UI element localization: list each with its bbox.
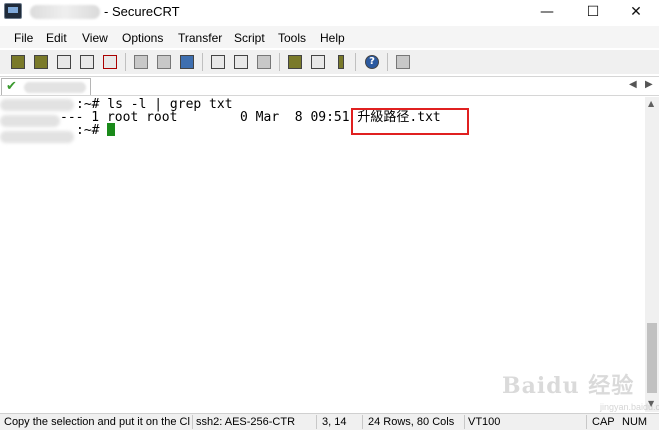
menu-view[interactable]: View: [82, 31, 108, 45]
minimize-button[interactable]: —: [524, 0, 570, 24]
connect-in-tab-icon[interactable]: [54, 52, 74, 72]
menu-edit[interactable]: Edit: [46, 31, 67, 45]
status-connection: ssh2: AES-256-CTR: [196, 416, 296, 428]
menu-help[interactable]: Help: [320, 31, 345, 45]
terminal-line-prompt: :~#: [76, 123, 116, 139]
status-rows-cols: 24 Rows, 80 Cols: [368, 416, 455, 428]
prompt-text: :~#: [76, 123, 108, 138]
menu-bar: File Edit View Options Transfer Script T…: [0, 26, 659, 48]
maximize-button[interactable]: ☐: [570, 0, 616, 24]
menu-file[interactable]: File: [14, 31, 33, 45]
status-divider: [362, 415, 363, 429]
toolbar-separator: [202, 53, 203, 71]
status-cursor-position: 3, 14: [322, 416, 347, 428]
session-tab-bar: ✔ ◀ ▶: [0, 76, 659, 96]
menu-script[interactable]: Script: [234, 31, 265, 45]
toolbar: ?: [0, 50, 659, 74]
close-button[interactable]: ✕: [613, 0, 659, 24]
connect-icon[interactable]: [8, 52, 28, 72]
terminal-area[interactable]: :~# ls -l | grep txt --- 1 root root 0 M…: [0, 97, 645, 412]
connected-check-icon: ✔: [6, 79, 17, 94]
global-options-icon[interactable]: [308, 52, 328, 72]
highlight-annotation-box: [351, 108, 469, 135]
toolbar-separator: [279, 53, 280, 71]
print-selection-icon[interactable]: [231, 52, 251, 72]
scroll-up-icon[interactable]: ▲: [648, 99, 654, 108]
paste-icon[interactable]: [154, 52, 174, 72]
title-bar: - SecureCRT — ☐ ✕: [0, 0, 659, 24]
terminal-cursor: [107, 123, 116, 136]
print-setup-icon[interactable]: [254, 52, 274, 72]
redacted-tab-label: [24, 82, 86, 93]
toolbar-separator: [355, 53, 356, 71]
quick-connect-icon[interactable]: [31, 52, 51, 72]
menu-transfer[interactable]: Transfer: [178, 31, 222, 45]
menu-tools[interactable]: Tools: [278, 31, 306, 45]
baidu-watermark: Baidu 经验: [502, 373, 635, 399]
redacted-session-name: [30, 5, 100, 19]
keymap-icon[interactable]: [331, 52, 351, 72]
about-icon[interactable]: [393, 52, 413, 72]
status-divider: [464, 415, 465, 429]
status-bar: Copy the selection and put it on the Cli…: [0, 413, 659, 430]
session-tab[interactable]: ✔: [1, 78, 91, 95]
status-divider: [192, 415, 193, 429]
reconnect-icon[interactable]: [77, 52, 97, 72]
status-divider: [316, 415, 317, 429]
session-options-icon[interactable]: [285, 52, 305, 72]
status-message: Copy the selection and put it on the Cli…: [4, 416, 190, 428]
find-icon[interactable]: [177, 52, 197, 72]
tab-scroll-left-icon[interactable]: ◀: [629, 79, 637, 90]
vertical-scrollbar[interactable]: ▲ ▼: [645, 97, 659, 412]
status-caps-lock: CAP: [592, 416, 615, 428]
toolbar-separator: [125, 53, 126, 71]
status-terminal-type: VT100: [468, 416, 501, 428]
menu-options[interactable]: Options: [122, 31, 163, 45]
status-divider: [586, 415, 587, 429]
scroll-thumb[interactable]: [647, 323, 657, 393]
toolbar-separator: [387, 53, 388, 71]
print-icon[interactable]: [208, 52, 228, 72]
redacted-prompt: [0, 131, 74, 143]
tab-scroll-right-icon[interactable]: ▶: [645, 79, 653, 90]
securecrt-app-icon[interactable]: [4, 3, 22, 19]
redacted-permissions: [0, 115, 60, 127]
copy-icon[interactable]: [131, 52, 151, 72]
help-icon[interactable]: ?: [362, 52, 382, 72]
window-title: - SecureCRT: [104, 4, 180, 19]
disconnect-icon[interactable]: [100, 52, 120, 72]
baidu-watermark-url: jingyan.baidu.com: [600, 402, 659, 412]
status-num-lock: NUM: [622, 416, 648, 428]
